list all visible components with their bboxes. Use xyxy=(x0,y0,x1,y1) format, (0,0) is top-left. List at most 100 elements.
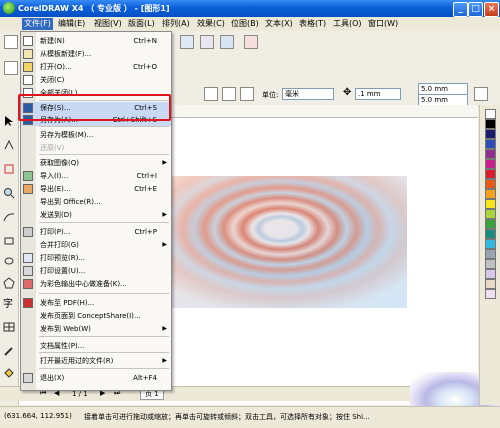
palette-swatch[interactable] xyxy=(485,139,496,149)
palette-swatch[interactable] xyxy=(485,169,496,179)
tool-options-icon[interactable] xyxy=(474,87,488,101)
polygon-tool-icon[interactable] xyxy=(3,277,15,289)
file-menu-item-label: 发布到 Web(W) xyxy=(40,325,91,333)
window-title: CorelDRAW X4 （ 专业版 ） - [图形1] xyxy=(18,4,170,13)
template-icon xyxy=(23,49,33,59)
prepare-output-icon xyxy=(23,279,33,289)
file-menu-item[interactable]: 导入(I)... Ctrl+I xyxy=(21,170,171,182)
menu-tools[interactable]: 工具(O) xyxy=(331,18,364,30)
file-menu-item[interactable]: 发布到 Web(W) ▶ xyxy=(21,323,171,335)
units-select[interactable]: 毫米 xyxy=(282,88,334,100)
palette-swatch[interactable] xyxy=(485,179,496,189)
portrait-icon[interactable] xyxy=(204,87,218,101)
palette-swatch[interactable] xyxy=(485,279,496,289)
toolbox: 字 xyxy=(0,105,19,405)
shape-tool-icon[interactable] xyxy=(3,139,15,151)
rectangle-tool-icon[interactable] xyxy=(3,235,15,247)
file-menu-item[interactable]: 关闭(C) xyxy=(21,74,171,86)
file-menu-item-label: 还原(V) xyxy=(40,144,65,152)
file-menu-item[interactable]: 导出到 Office(R)... xyxy=(21,196,171,208)
crop-tool-icon[interactable] xyxy=(3,163,15,175)
file-menu-item[interactable]: 发布页面到 ConceptShare(I)... xyxy=(21,310,171,322)
file-menu-item[interactable]: 合并打印(G) ▶ xyxy=(21,239,171,251)
landscape-icon[interactable] xyxy=(222,87,236,101)
menu-text[interactable]: 文本(X) xyxy=(263,18,295,30)
palette-swatch[interactable] xyxy=(485,289,496,299)
palette-swatch[interactable] xyxy=(485,269,496,279)
menu-view[interactable]: 视图(V) xyxy=(92,18,124,30)
export-icon xyxy=(23,184,33,194)
palette-swatch[interactable] xyxy=(485,239,496,249)
paste-icon[interactable] xyxy=(180,35,194,49)
palette-swatch[interactable] xyxy=(485,259,496,269)
freehand-tool-icon[interactable] xyxy=(3,211,15,223)
menu-layout[interactable]: 版面(L) xyxy=(126,18,157,30)
file-menu-item[interactable]: 导出(E)... Ctrl+E xyxy=(21,183,171,195)
zoom-tool-icon[interactable] xyxy=(3,187,15,199)
file-menu-item[interactable]: 发送到(D) ▶ xyxy=(21,209,171,221)
menu-table[interactable]: 表格(T) xyxy=(297,18,328,30)
palette-swatch[interactable] xyxy=(485,109,496,119)
file-menu-item-label: 导出(E)... xyxy=(40,185,71,193)
fill-tool-icon[interactable] xyxy=(3,367,15,379)
palette-swatch[interactable] xyxy=(485,249,496,259)
file-menu-item-label: 导出到 Office(R)... xyxy=(40,198,101,206)
file-menu-item[interactable]: 发布至 PDF(H)... xyxy=(21,297,171,309)
submenu-arrow-icon: ▶ xyxy=(162,241,167,248)
palette-swatch[interactable] xyxy=(485,209,496,219)
file-menu-item-shortcut: Ctrl+I xyxy=(136,172,157,180)
export-toolbar-icon[interactable] xyxy=(220,35,234,49)
palette-swatch[interactable] xyxy=(485,189,496,199)
concentric-rings-artwork[interactable] xyxy=(164,176,407,308)
menu-file[interactable]: 文件(F) xyxy=(22,18,53,30)
file-menu-item-label: 发送到(D) xyxy=(40,211,72,219)
file-menu-item[interactable]: 另存为模板(M)... xyxy=(21,129,171,141)
menu-bitmaps[interactable]: 位图(B) xyxy=(229,18,261,30)
menu-arrange[interactable]: 排列(A) xyxy=(160,18,192,30)
launcher-icon[interactable] xyxy=(244,35,258,49)
file-menu-item[interactable]: 新建(N) Ctrl+N xyxy=(21,35,171,47)
palette-swatch[interactable] xyxy=(485,199,496,209)
menu-effects[interactable]: 效果(C) xyxy=(195,18,227,30)
palette-swatch[interactable] xyxy=(485,219,496,229)
file-menu-item[interactable]: 获取图像(Q) ▶ xyxy=(21,157,171,169)
file-menu-item[interactable]: 从模板新建(F)... xyxy=(21,48,171,60)
page-size-icon[interactable] xyxy=(4,61,18,75)
file-menu: 新建(N) Ctrl+N 从模板新建(F)... 打开(O)... Ctrl+O 关闭(C… xyxy=(20,31,172,391)
text-tool-icon[interactable]: 字 xyxy=(3,299,15,311)
close-doc-icon xyxy=(23,75,33,85)
table-tool-icon[interactable] xyxy=(3,321,15,333)
file-menu-item[interactable]: 退出(X) Alt+F4 xyxy=(21,372,171,384)
file-menu-item-label: 新建(N) xyxy=(40,37,65,45)
close-button[interactable]: × xyxy=(484,2,499,17)
all-pages-icon[interactable] xyxy=(240,87,254,101)
new-icon[interactable] xyxy=(4,35,18,49)
file-menu-item[interactable]: 打印设置(U)... xyxy=(21,265,171,277)
palette-swatch[interactable] xyxy=(485,149,496,159)
menu-edit[interactable]: 编辑(E) xyxy=(56,18,87,30)
file-menu-item[interactable]: 打开最近用过的文件(R) ▶ xyxy=(21,355,171,367)
maximize-button[interactable]: □ xyxy=(468,2,483,17)
import-icon xyxy=(23,171,33,181)
palette-swatch[interactable] xyxy=(485,159,496,169)
undo-icon[interactable] xyxy=(200,35,214,49)
nudge-field[interactable]: .1 mm xyxy=(355,88,401,100)
file-menu-item[interactable]: 打印(P)... Ctrl+P xyxy=(21,226,171,238)
palette-swatch[interactable] xyxy=(485,119,496,129)
file-menu-item[interactable]: 文档属性(P)... xyxy=(21,340,171,352)
minimize-button[interactable]: _ xyxy=(453,2,468,17)
file-menu-item[interactable]: 打印预览(R)... xyxy=(21,252,171,264)
status-bar: (631.664, 112.951) 接着单击可进行拖动或缩放；再单击可旋转或倾… xyxy=(0,406,500,428)
pick-tool-icon[interactable] xyxy=(3,115,15,127)
file-menu-item-label: 合并打印(G) xyxy=(40,241,79,249)
color-palette xyxy=(479,105,500,405)
coreldraw-app-icon xyxy=(3,2,15,14)
ellipse-tool-icon[interactable] xyxy=(3,255,15,267)
palette-swatch[interactable] xyxy=(485,229,496,239)
highlight-annotation xyxy=(18,94,171,121)
palette-swatch[interactable] xyxy=(485,129,496,139)
file-menu-item[interactable]: 打开(O)... Ctrl+O xyxy=(21,61,171,73)
file-menu-item[interactable]: 为彩色输出中心做准备(K)... xyxy=(21,278,171,290)
eyedropper-tool-icon[interactable] xyxy=(3,345,15,357)
menu-window[interactable]: 窗口(W) xyxy=(366,18,400,30)
